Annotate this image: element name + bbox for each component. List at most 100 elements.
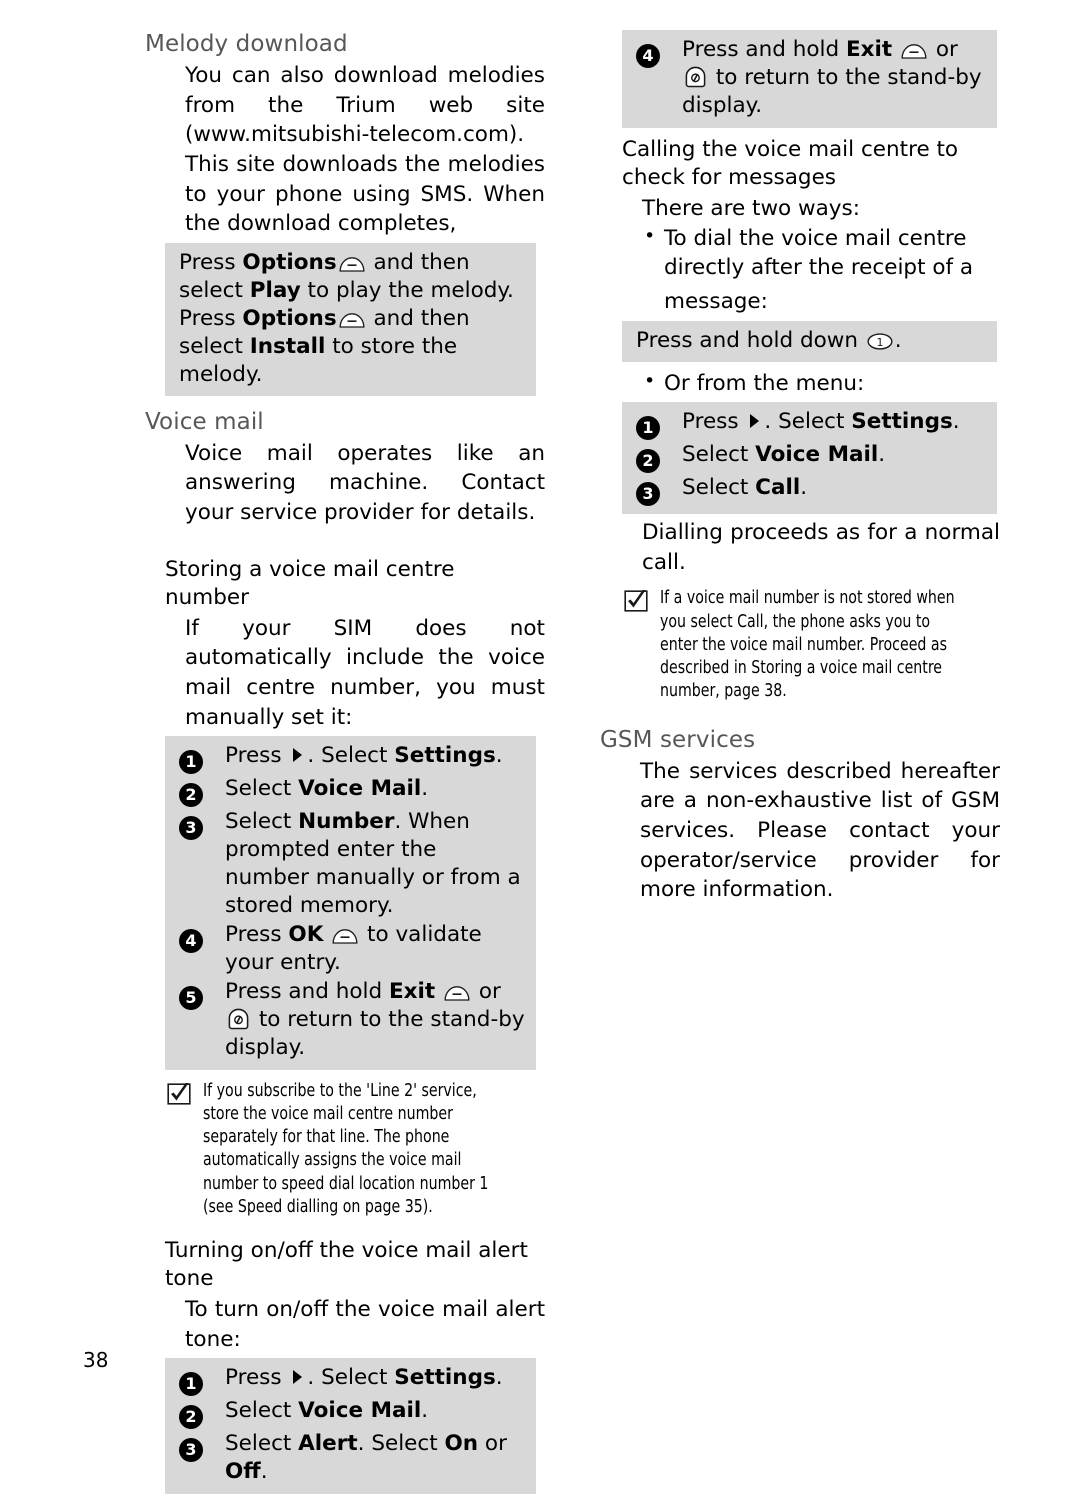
continued-step-box: 4 Press and hold Exit or to return to th…	[622, 30, 997, 128]
settings-menu-label: Settings	[394, 743, 496, 769]
step-number: 1	[179, 742, 225, 775]
press-and-hold-key-box: Press and hold down 1.	[622, 320, 997, 362]
circled-number-icon: 2	[636, 449, 660, 474]
nav-right-icon	[290, 744, 304, 763]
step-text: Press . Select Settings.	[225, 743, 503, 769]
step-text: Press and hold Exit or to return to the …	[225, 978, 525, 1060]
step-text: Press OK to validate your entry.	[225, 921, 482, 975]
section-heading-voice-mail: Voice mail	[145, 408, 264, 435]
circled-number-icon: 3	[636, 482, 660, 507]
softkey-icon	[339, 252, 365, 272]
step-text: Select Voice Mail.	[682, 442, 886, 468]
softkey-icon	[444, 981, 470, 1001]
step-number: 5	[179, 978, 225, 1010]
nav-right-icon	[290, 1366, 304, 1385]
play-option-label: Play	[249, 277, 301, 303]
checkmark-box-icon	[624, 587, 650, 616]
options-softkey-label: Options	[242, 305, 337, 331]
circled-number-icon: 1	[179, 1372, 203, 1397]
step-number: 3	[179, 808, 225, 841]
step-item: 1 Press . Select Settings.	[179, 742, 526, 775]
gsm-services-body: The services described hereafter are a n…	[640, 758, 1000, 903]
circled-number-icon: 1	[179, 750, 203, 775]
section-heading-gsm-services: GSM services	[600, 726, 756, 753]
hangup-key-icon	[684, 66, 707, 89]
step-item: 1 Press . Select Settings.	[179, 1364, 526, 1397]
alert-menu-label: Alert	[298, 1431, 358, 1457]
install-option-label: Install	[249, 333, 326, 359]
press-label: Press	[179, 305, 243, 331]
ok-softkey-label: OK	[288, 921, 324, 947]
melody-download-body: You can also download melodies from the …	[185, 63, 545, 237]
step-item: 4 Press OK to validate your entry.	[179, 921, 526, 977]
on-option-label: On	[444, 1431, 479, 1457]
softkey-icon	[901, 39, 927, 59]
section-heading-melody-download: Melody download	[145, 31, 348, 57]
calling-steps-box: 1 Press . Select Settings. 2 Select Voic…	[622, 402, 997, 515]
voice-mail-menu-label: Voice Mail	[298, 1398, 422, 1424]
note-voice-mail-not-stored: If a voice mail number is not stored whe…	[624, 587, 1000, 703]
voice-mail-intro: Voice mail operates like an answering ma…	[185, 440, 545, 526]
step-item: 3 Select Alert. Select On or Off.	[179, 1430, 526, 1486]
press-label: Press	[179, 249, 243, 275]
bullet-item: To dial the voice mail centre directly a…	[642, 224, 1000, 282]
instruction-line: Press Options and then select Play to pl…	[179, 249, 526, 305]
step-item: 5 Press and hold Exit or to return to th…	[179, 978, 526, 1062]
left-column: Melody download You can also download me…	[145, 30, 545, 1498]
storing-voice-mail-steps-box: 1 Press . Select Settings. 2 Select Voic…	[165, 736, 536, 1070]
step-text: Select Voice Mail.	[225, 776, 429, 802]
number-menu-label: Number	[298, 809, 395, 835]
off-option-label: Off	[225, 1459, 261, 1485]
steps-list: 1 Press . Select Settings. 2 Select Voic…	[179, 742, 526, 1061]
step-item: 2 Select Voice Mail.	[636, 441, 987, 474]
circled-number-icon: 4	[179, 928, 203, 953]
step-text: Press . Select Settings.	[225, 1365, 503, 1391]
note-text: If you subscribe to the 'Line 2' service…	[203, 1080, 489, 1217]
step-number: 4	[179, 921, 225, 953]
manual-page: Melody download You can also download me…	[0, 0, 1080, 1495]
step-item: 3 Select Call.	[636, 474, 987, 507]
bullet-item: Or from the menu:	[642, 369, 1000, 398]
step-text: Select Call.	[682, 475, 808, 501]
circled-number-icon: 3	[179, 1438, 203, 1463]
calling-intro-text: There are two ways:	[642, 195, 860, 221]
step-number: 1	[636, 408, 682, 441]
step-text: Select Number. When prompted enter the n…	[225, 809, 521, 918]
step-text: Press . Select Settings.	[682, 409, 960, 435]
step-item: 3 Select Number. When prompted enter the…	[179, 808, 526, 920]
circled-number-icon: 4	[636, 44, 660, 68]
step-number: 2	[636, 441, 682, 474]
step-text: Select Alert. Select On or Off.	[225, 1431, 507, 1485]
note-line-2-service: If you subscribe to the 'Line 2' service…	[167, 1080, 545, 1220]
step-number: 4	[636, 36, 682, 68]
step-number: 3	[179, 1430, 225, 1463]
step-item: 1 Press . Select Settings.	[636, 408, 987, 441]
step-text: Press and hold Exit or to return to the …	[682, 37, 982, 118]
voice-mail-menu-label: Voice Mail	[298, 776, 422, 802]
exit-softkey-label: Exit	[845, 37, 893, 62]
bullet-text: Or from the menu:	[664, 370, 865, 396]
storing-voice-mail-body: If your SIM does not automatically inclu…	[185, 615, 545, 730]
softkey-icon	[339, 308, 365, 328]
svg-text:1: 1	[876, 336, 883, 349]
key-1-icon: 1	[867, 330, 893, 350]
bullet-text: To dial the voice mail centre directly a…	[664, 226, 974, 280]
circled-number-icon: 5	[179, 985, 203, 1010]
press-and-hold-text: Press and hold down 1.	[636, 327, 902, 353]
subheading-calling-voice-mail-centre: Calling the voice mail centre to check f…	[622, 136, 959, 190]
step-text: Select Voice Mail.	[225, 1398, 429, 1424]
page-number: 38	[83, 1348, 109, 1372]
settings-menu-label: Settings	[394, 1365, 496, 1391]
call-menu-label: Call	[755, 475, 801, 501]
instruction-line: Press Options and then select Install to…	[179, 305, 526, 389]
steps-list: 1 Press . Select Settings. 2 Select Voic…	[179, 1364, 526, 1486]
options-softkey-label: Options	[242, 249, 337, 275]
settings-menu-label: Settings	[851, 409, 953, 435]
softkey-icon	[332, 924, 358, 944]
checkmark-box-icon	[167, 1080, 193, 1109]
nav-right-icon	[747, 410, 761, 429]
step-item: 2 Select Voice Mail.	[179, 1397, 526, 1430]
note-text: If a voice mail number is not stored whe…	[660, 588, 955, 702]
step-number: 2	[179, 775, 225, 808]
step-number: 2	[179, 1397, 225, 1430]
